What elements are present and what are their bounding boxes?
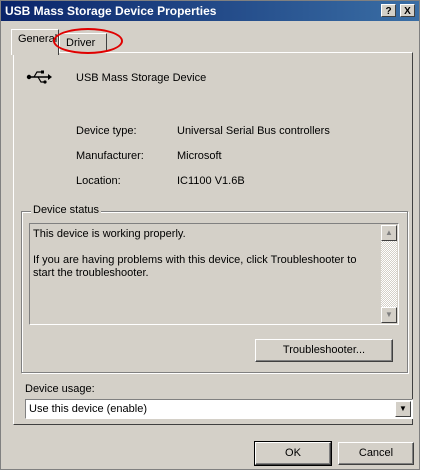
tab-general[interactable]: General xyxy=(11,29,59,55)
scroll-up-icon[interactable]: ▲ xyxy=(381,225,397,241)
device-usage-label: Device usage: xyxy=(25,383,95,395)
title-bar[interactable]: USB Mass Storage Device Properties ? X xyxy=(1,1,419,21)
close-button[interactable]: X xyxy=(400,4,415,17)
status-scrollbar[interactable]: ▲ ▼ xyxy=(381,225,397,323)
usb-icon xyxy=(26,70,52,84)
ok-button[interactable]: OK xyxy=(254,441,332,466)
help-button[interactable]: ? xyxy=(381,4,396,17)
status-message: This device is working properly. xyxy=(33,228,186,240)
properties-dialog: USB Mass Storage Device Properties ? X G… xyxy=(0,0,420,470)
device-type-value: Universal Serial Bus controllers xyxy=(177,125,330,137)
device-type-label: Device type: xyxy=(76,125,137,137)
device-usage-select[interactable]: Use this device (enable) ▼ xyxy=(25,399,413,419)
manufacturer-label: Manufacturer: xyxy=(76,150,144,162)
status-help-message: If you are having problems with this dev… xyxy=(33,254,357,279)
device-name: USB Mass Storage Device xyxy=(76,72,207,84)
chevron-down-icon[interactable]: ▼ xyxy=(395,401,411,417)
window-title: USB Mass Storage Device Properties xyxy=(5,4,217,18)
device-usage-value: Use this device (enable) xyxy=(29,403,148,415)
scroll-down-icon[interactable]: ▼ xyxy=(381,307,397,323)
device-status-textbox[interactable]: This device is working properly. If you … xyxy=(29,223,399,325)
manufacturer-value: Microsoft xyxy=(177,150,222,162)
device-status-legend: Device status xyxy=(31,204,102,216)
cancel-button[interactable]: Cancel xyxy=(338,442,414,465)
location-label: Location: xyxy=(76,175,121,187)
device-status-text: This device is working properly. If you … xyxy=(33,228,379,280)
troubleshooter-button[interactable]: Troubleshooter... xyxy=(255,339,393,362)
driver-tab-highlight-circle xyxy=(53,28,123,54)
location-value: IC1100 V1.6B xyxy=(177,175,245,187)
